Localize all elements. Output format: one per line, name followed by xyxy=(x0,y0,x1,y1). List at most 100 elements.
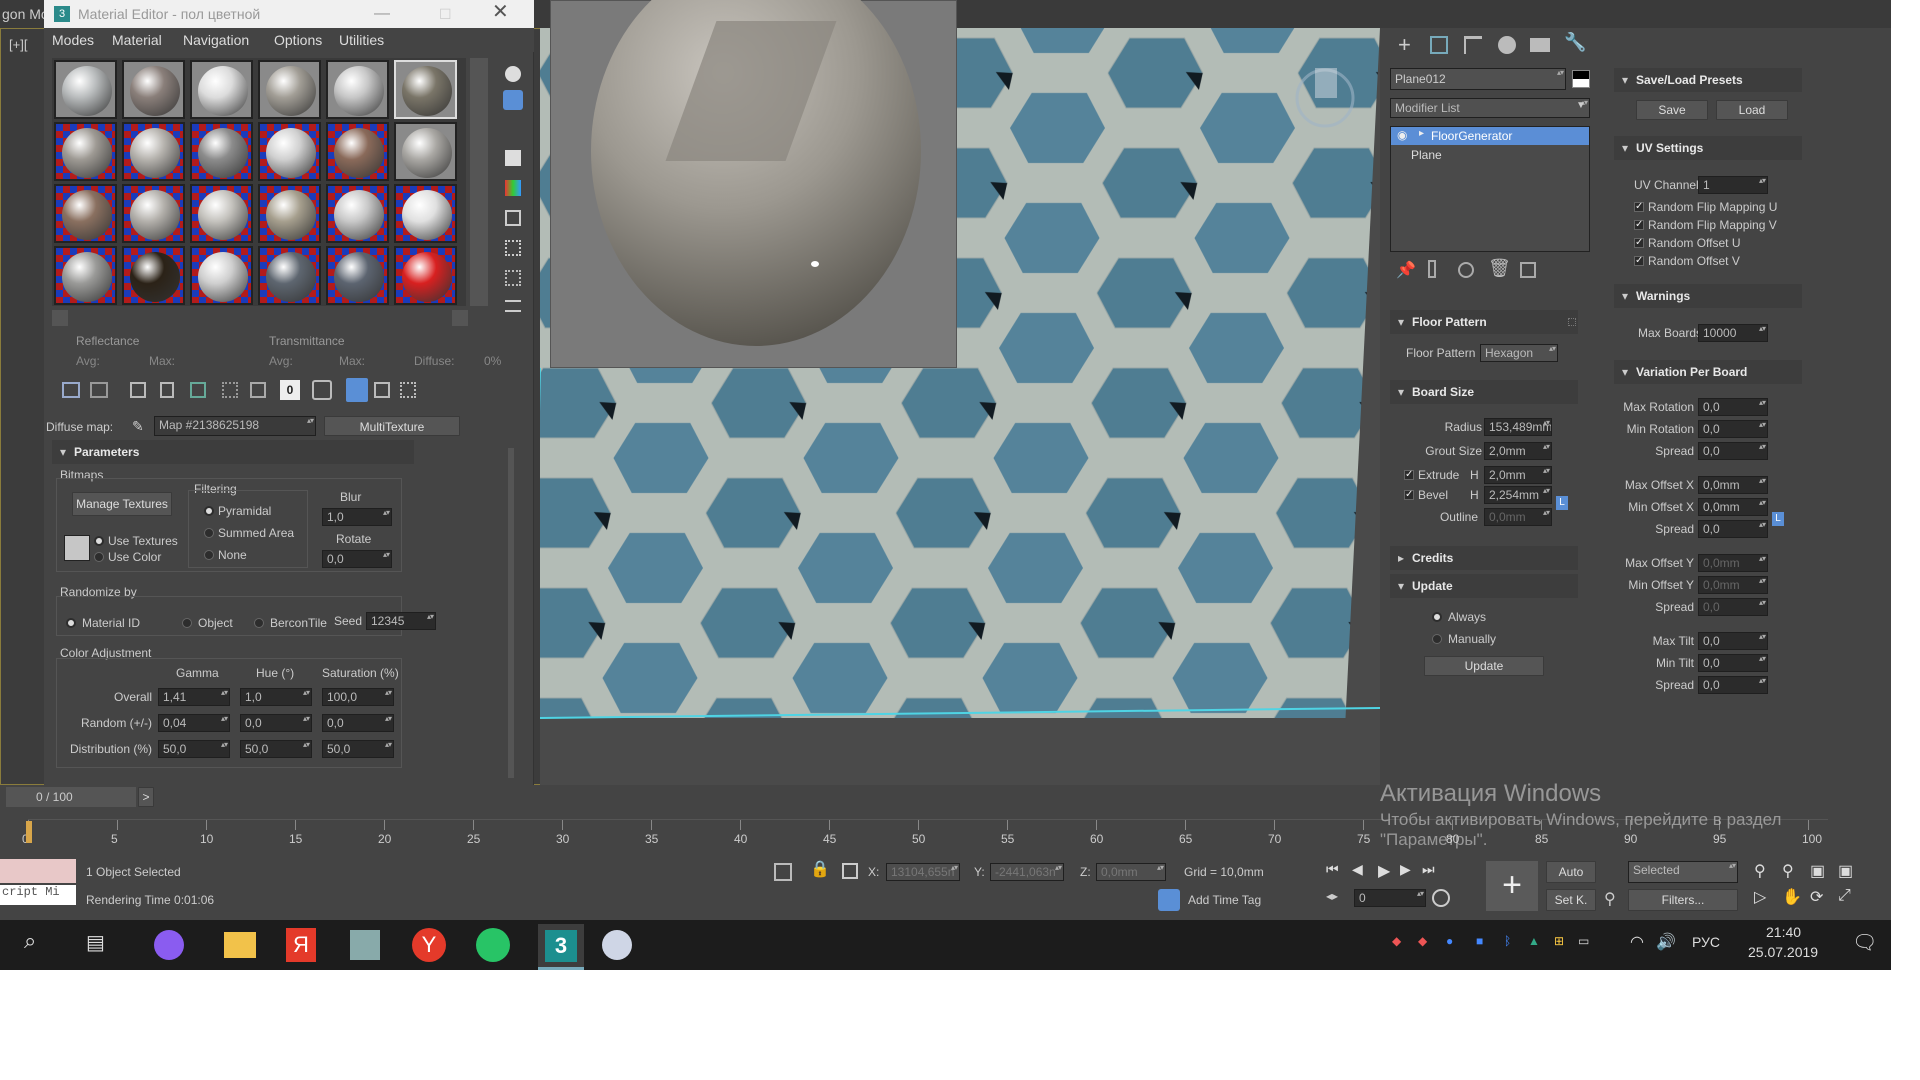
random-gamma-spinner[interactable]: 0,04 xyxy=(158,714,230,732)
minimize-icon[interactable]: — xyxy=(374,0,390,28)
use-color-radio[interactable] xyxy=(94,552,104,562)
always-radio[interactable] xyxy=(1432,612,1442,622)
material-slot[interactable] xyxy=(190,184,253,243)
bevel-checkbox[interactable]: ✓ xyxy=(1404,490,1414,500)
material-slot[interactable] xyxy=(258,122,321,181)
random-hue-spinner[interactable]: 0,0 xyxy=(240,714,312,732)
tray-cloud-icon[interactable]: ■ xyxy=(1476,934,1483,948)
material-slot[interactable] xyxy=(258,184,321,243)
isolate-selection-icon[interactable] xyxy=(774,863,792,881)
viewport-label[interactable]: [+][ xyxy=(9,37,31,52)
make-unique-icon[interactable] xyxy=(190,382,206,398)
menu-material[interactable]: Material xyxy=(112,28,162,52)
tray-triangle-icon[interactable]: ▲ xyxy=(1528,934,1540,948)
variation-spinner[interactable]: 0,0mm xyxy=(1698,554,1768,572)
pan-hand-icon[interactable]: ✋ xyxy=(1782,887,1802,907)
put-to-library-icon[interactable] xyxy=(222,382,238,398)
filters-button[interactable]: Filters... xyxy=(1628,889,1738,911)
floor-pattern-rollout-header[interactable]: Floor Pattern xyxy=(1390,310,1578,334)
map-name-dropdown[interactable]: Map #2138625198 xyxy=(154,416,316,436)
modify-tab-icon[interactable] xyxy=(1430,36,1448,54)
utilities-tab-icon[interactable]: 🔧 xyxy=(1564,32,1586,53)
current-frame-spinner[interactable]: 0 xyxy=(1354,889,1426,907)
extrude-checkbox[interactable]: ✓ xyxy=(1404,470,1414,480)
save-preset-button[interactable]: Save xyxy=(1636,100,1708,120)
eye-icon[interactable]: ◉ xyxy=(1397,128,1407,142)
material-id-radio[interactable] xyxy=(66,618,76,628)
random-flip-v-checkbox[interactable]: ✓ xyxy=(1634,220,1644,230)
variation-spinner[interactable]: 0,0 xyxy=(1698,632,1768,650)
3dsmax-taskbar-icon[interactable]: 3 xyxy=(538,924,584,970)
time-slider[interactable]: 0 / 100 xyxy=(6,787,136,807)
make-unique-icon[interactable] xyxy=(1458,262,1474,278)
random-offset-u-checkbox[interactable]: ✓ xyxy=(1634,238,1644,248)
object-name-field[interactable]: Plane012 xyxy=(1390,68,1566,90)
material-slot[interactable] xyxy=(258,246,321,305)
show-end-result-icon[interactable] xyxy=(346,378,368,402)
random-offset-v-checkbox[interactable]: ✓ xyxy=(1634,256,1644,266)
material-slot[interactable] xyxy=(54,184,117,243)
orbit-icon[interactable]: ⟳ xyxy=(1810,887,1823,907)
backlight-icon[interactable] xyxy=(503,90,523,110)
variation-spinner[interactable]: 0,0 xyxy=(1698,520,1768,538)
tray-network-icon[interactable]: ● xyxy=(1446,934,1453,948)
next-frame-button[interactable]: > xyxy=(138,787,154,807)
seed-spinner[interactable]: 12345 xyxy=(366,612,436,630)
go-forward-sibling-icon[interactable] xyxy=(400,382,416,398)
none-radio[interactable] xyxy=(204,550,214,560)
material-slot[interactable] xyxy=(326,246,389,305)
max-boards-spinner[interactable]: 10000 xyxy=(1698,324,1768,342)
uv-settings-rollout-header[interactable]: UV Settings xyxy=(1614,136,1802,160)
notifications-icon[interactable]: 🗨 xyxy=(1852,930,1877,955)
close-icon[interactable]: ✕ xyxy=(492,0,509,26)
material-preview-window[interactable] xyxy=(550,0,957,368)
go-to-start-icon[interactable]: ⏮ xyxy=(1326,861,1339,878)
bluetooth-icon[interactable]: ᛒ xyxy=(1504,934,1511,948)
material-slot[interactable] xyxy=(122,246,185,305)
variation-spinner[interactable]: 0,0 xyxy=(1698,442,1768,460)
material-slot[interactable] xyxy=(54,60,117,119)
material-slot[interactable] xyxy=(326,184,389,243)
warnings-rollout-header[interactable]: Warnings xyxy=(1614,284,1802,308)
pyramidal-radio[interactable] xyxy=(204,506,214,516)
material-slot[interactable] xyxy=(122,184,185,243)
update-button[interactable]: Update xyxy=(1424,656,1544,676)
overall-gamma-spinner[interactable]: 1,41 xyxy=(158,688,230,706)
slots-scroll-right[interactable] xyxy=(452,310,468,326)
hierarchy-tab-icon[interactable] xyxy=(1464,36,1482,54)
manage-textures-button[interactable]: Manage Textures xyxy=(72,492,172,516)
menu-utilities[interactable]: Utilities xyxy=(339,28,384,52)
show-shaded-icon[interactable] xyxy=(312,380,332,400)
distribution-saturation-spinner[interactable]: 50,0 xyxy=(322,740,394,758)
absolute-mode-icon[interactable] xyxy=(842,863,858,879)
variation-spinner[interactable]: 0,0 xyxy=(1698,676,1768,694)
motion-tab-icon[interactable] xyxy=(1498,36,1516,54)
board-size-rollout-header[interactable]: Board Size xyxy=(1390,380,1578,404)
bercontile-radio[interactable] xyxy=(254,618,264,628)
material-slot[interactable] xyxy=(258,60,321,119)
stack-item-floorgenerator[interactable]: ◉ ▸ FloorGenerator xyxy=(1391,127,1589,145)
show-end-result-icon[interactable] xyxy=(1428,260,1436,278)
summed-area-radio[interactable] xyxy=(204,528,214,538)
rollout-grip[interactable] xyxy=(1568,318,1576,326)
map-type-button[interactable]: MultiTexture xyxy=(324,416,460,436)
tray-app-icon[interactable]: ◆ xyxy=(1392,934,1401,948)
outline-spinner[interactable]: 0,0mm xyxy=(1484,508,1552,526)
clock-time[interactable]: 21:40 xyxy=(1766,924,1801,940)
material-slot[interactable] xyxy=(190,122,253,181)
parameters-rollout-header[interactable]: Parameters xyxy=(52,440,414,464)
variation-spinner[interactable]: 0,0mm xyxy=(1698,576,1768,594)
material-slot[interactable] xyxy=(394,184,457,243)
clock-date[interactable]: 25.07.2019 xyxy=(1748,944,1818,960)
x-coordinate-field[interactable]: 13104,655n xyxy=(886,863,960,881)
yandex-browser-icon[interactable]: Я xyxy=(286,928,316,962)
params-scrollbar[interactable] xyxy=(508,448,514,778)
lock-icon[interactable]: 🔒 xyxy=(810,859,830,879)
variation-rollout-header[interactable]: Variation Per Board xyxy=(1614,360,1802,384)
task-view-icon[interactable]: ▤ xyxy=(86,930,105,955)
background-icon[interactable] xyxy=(505,120,521,136)
go-to-parent-icon[interactable] xyxy=(374,382,390,398)
remove-modifier-icon[interactable]: 🗑 xyxy=(1488,258,1511,279)
maxscript-mini-listener[interactable]: cript Mi xyxy=(0,885,76,905)
bevel-lock-button[interactable]: L xyxy=(1556,496,1568,510)
